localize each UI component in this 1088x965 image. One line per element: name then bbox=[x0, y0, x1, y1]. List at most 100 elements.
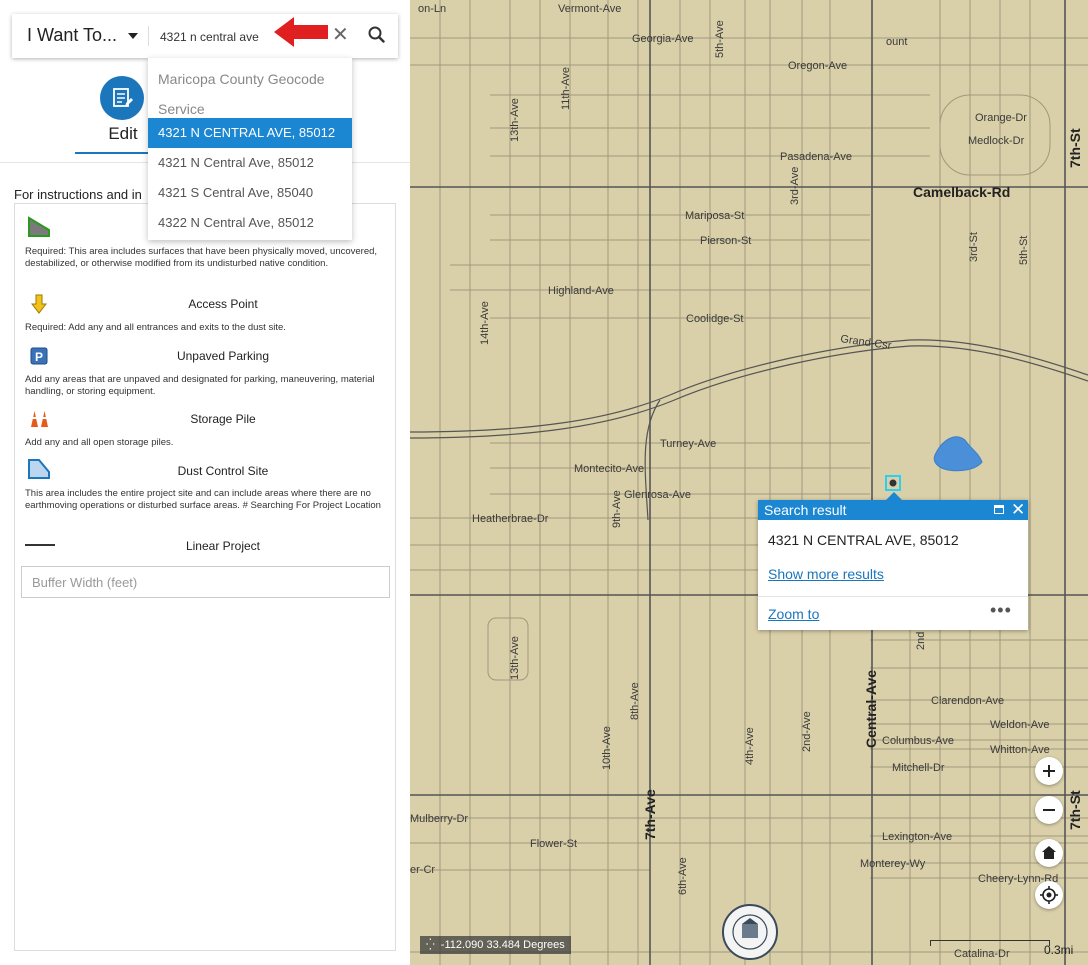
zoom-out-button[interactable] bbox=[1035, 796, 1063, 824]
home-button[interactable] bbox=[1035, 839, 1063, 867]
minus-icon bbox=[1043, 809, 1055, 811]
zoom-in-button[interactable] bbox=[1035, 757, 1063, 785]
show-more-results-link[interactable]: Show more results bbox=[768, 566, 884, 582]
street-label: 3rd-Ave bbox=[789, 167, 801, 205]
street-label: Weldon-Ave bbox=[990, 719, 1050, 731]
street-label: Whitton-Ave bbox=[990, 744, 1050, 756]
legend-description: This area includes the entire project si… bbox=[25, 488, 381, 511]
street-label: Medlock-Dr bbox=[968, 135, 1025, 147]
maximize-icon[interactable] bbox=[994, 505, 1004, 514]
suggestion-item[interactable]: 4322 N Central Ave, 85012 bbox=[148, 208, 352, 238]
street-label: on-Ln bbox=[418, 3, 446, 15]
more-options-icon[interactable]: ••• bbox=[990, 600, 1012, 621]
locate-button[interactable] bbox=[1035, 881, 1063, 909]
street-label: 2nd-Ave bbox=[801, 711, 813, 752]
major-street-label: 7th-St bbox=[1067, 128, 1083, 168]
street-label: 5th-St bbox=[1018, 236, 1030, 265]
major-street-label: 7th-Ave bbox=[642, 789, 658, 840]
edit-icon bbox=[100, 76, 144, 120]
street-label: Monterey-Wy bbox=[860, 858, 926, 870]
legend-title: Dust Control Site bbox=[177, 464, 269, 478]
close-icon[interactable]: ✕ bbox=[1011, 500, 1025, 520]
street-label: 13th-Ave bbox=[509, 98, 521, 142]
popup-header: Search result ✕ bbox=[758, 500, 1028, 520]
suggestion-item[interactable]: 4321 S Central Ave, 85040 bbox=[148, 178, 352, 208]
legend-description: Add any and all open storage piles. bbox=[25, 437, 174, 448]
crosshair-icon: ⁛ bbox=[426, 939, 435, 951]
access-point-icon bbox=[31, 294, 47, 314]
home-icon bbox=[1042, 846, 1056, 859]
legend-description: Required: This area includes surfaces th… bbox=[25, 246, 378, 269]
street-label: Oregon-Ave bbox=[788, 60, 847, 72]
major-street-label: 7th-St bbox=[1067, 790, 1083, 830]
map-view[interactable]: on-Ln Vermont-Ave Georgia-Ave Oregon-Ave… bbox=[410, 0, 1088, 965]
buffer-width-input[interactable] bbox=[21, 566, 390, 598]
county-seal-logo bbox=[722, 904, 778, 960]
street-label: Orange-Dr bbox=[975, 112, 1027, 124]
toolbar-divider bbox=[148, 26, 149, 46]
street-label: Georgia-Ave bbox=[632, 33, 694, 45]
scale-bar bbox=[930, 940, 1050, 946]
search-button[interactable] bbox=[364, 22, 390, 48]
locate-icon bbox=[1040, 886, 1058, 904]
popup-divider bbox=[758, 596, 1028, 597]
major-street-label: Central-Ave bbox=[863, 670, 879, 748]
street-label: 6th-Ave bbox=[677, 857, 689, 895]
street-label: Coolidge-St bbox=[686, 313, 743, 325]
street-label: er-Cr bbox=[410, 864, 435, 876]
street-label: Pierson-St bbox=[700, 235, 751, 247]
storage-pile-icon bbox=[31, 411, 48, 427]
street-label: Columbus-Ave bbox=[882, 735, 954, 747]
street-label: Mariposa-St bbox=[685, 210, 744, 222]
basemap: on-Ln Vermont-Ave Georgia-Ave Oregon-Ave… bbox=[410, 0, 1088, 965]
suggestion-item[interactable]: 4321 N Central Ave, 85012 bbox=[148, 148, 352, 178]
clear-icon[interactable]: ✕ bbox=[332, 25, 349, 45]
plus-icon bbox=[1043, 765, 1055, 777]
street-label: ount bbox=[886, 36, 907, 48]
search-suggestions: Maricopa County Geocode Service 4321 N C… bbox=[148, 58, 352, 240]
street-label: Lexington-Ave bbox=[882, 831, 952, 843]
popup-title: Search result bbox=[764, 502, 847, 518]
street-label: Vermont-Ave bbox=[558, 3, 621, 15]
street-label: Flower-St bbox=[530, 838, 577, 850]
search-toolbar: I Want To... ✕ bbox=[12, 14, 398, 58]
svg-text:P: P bbox=[35, 350, 43, 364]
street-label: 3rd-St bbox=[968, 232, 980, 262]
chevron-down-icon[interactable] bbox=[128, 33, 138, 39]
street-label: Glenrosa-Ave bbox=[624, 489, 691, 501]
legend-description: Required: Add any and all entrances and … bbox=[25, 322, 286, 333]
search-result-popup: Search result ✕ 4321 N CENTRAL AVE, 8501… bbox=[758, 492, 1028, 630]
zoom-to-link[interactable]: Zoom to bbox=[768, 606, 819, 622]
street-label: 8th-Ave bbox=[629, 682, 641, 720]
street-label: 4th-Ave bbox=[744, 727, 756, 765]
street-label: 14th-Ave bbox=[479, 301, 491, 345]
i-want-to-menu[interactable]: I Want To... bbox=[27, 25, 117, 46]
legend-title: Unpaved Parking bbox=[176, 349, 270, 363]
edit-legend: Required: This area includes surfaces th… bbox=[14, 203, 396, 951]
street-label: 13th-Ave bbox=[509, 636, 521, 680]
legend-title: Linear Project bbox=[185, 539, 261, 553]
street-label: Mitchell-Dr bbox=[892, 762, 945, 774]
suggestion-group-label: Maricopa County Geocode Service bbox=[158, 71, 325, 117]
coordinate-text: -112.090 33.484 Degrees bbox=[440, 939, 565, 951]
red-arrow-icon bbox=[274, 17, 328, 47]
street-label: 9th-Ave bbox=[611, 490, 623, 528]
legend-description: Add any areas that are unpaved and desig… bbox=[25, 374, 375, 397]
street-label: Grand-Csr bbox=[840, 333, 893, 352]
suggestion-item[interactable]: 4321 N CENTRAL AVE, 85012 bbox=[148, 118, 352, 148]
street-label: Clarendon-Ave bbox=[931, 695, 1004, 707]
legend-title: Storage Pile bbox=[190, 412, 256, 426]
street-label: Pasadena-Ave bbox=[780, 151, 852, 163]
app-window: { "toolbar": { "menu_label": "I Want To.… bbox=[0, 0, 1088, 965]
instructions-text: For instructions and in bbox=[14, 187, 142, 202]
popup-pointer bbox=[886, 492, 902, 500]
street-label: 10th-Ave bbox=[601, 726, 613, 770]
street-label: Catalina-Dr bbox=[954, 948, 1010, 960]
street-label: Turney-Ave bbox=[660, 438, 716, 450]
linear-project-icon bbox=[25, 544, 55, 546]
parking-icon: P bbox=[30, 347, 48, 365]
street-label: Montecito-Ave bbox=[574, 463, 644, 475]
street-label: Mulberry-Dr bbox=[410, 813, 468, 825]
street-label: 2nd bbox=[915, 632, 927, 650]
coordinate-readout[interactable]: ⁛ -112.090 33.484 Degrees bbox=[420, 936, 571, 954]
